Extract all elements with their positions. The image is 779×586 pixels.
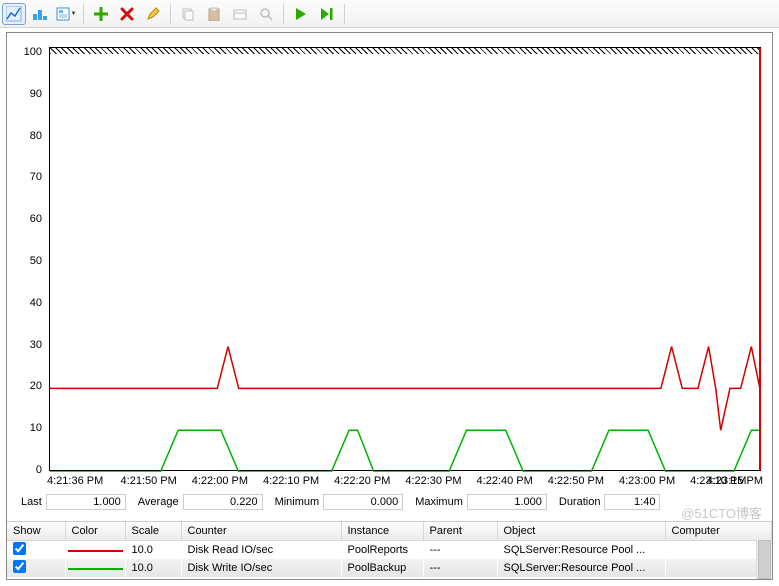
legend-header-color[interactable]: Color <box>65 522 125 540</box>
pencil-icon <box>146 7 160 21</box>
legend-cell-object: SQLServer:Resource Pool ... <box>497 540 665 559</box>
y-tick-label: 100 <box>12 46 42 58</box>
last-label: Last <box>21 496 42 508</box>
y-tick-label: 30 <box>12 339 42 351</box>
legend-header-object[interactable]: Object <box>497 522 665 540</box>
max-label: Maximum <box>415 496 463 508</box>
toolbar-separator <box>83 4 84 24</box>
play-icon <box>295 7 307 21</box>
min-label: Minimum <box>275 496 320 508</box>
x-tick-label: 4:21:36 PM <box>47 475 103 487</box>
max-value: 1.000 <box>467 494 547 510</box>
add-counter-button[interactable] <box>89 3 113 25</box>
legend-header-show[interactable]: Show <box>7 522 65 540</box>
toolbar-separator <box>170 4 171 24</box>
y-tick-label: 20 <box>12 380 42 392</box>
y-tick-label: 60 <box>12 213 42 225</box>
perfmon-panel: 0 10 20 30 40 50 60 70 80 90 100 4:21:36 PM 4:21:50… <box>6 32 773 580</box>
scrollbar-thumb[interactable] <box>758 540 771 579</box>
show-checkbox[interactable] <box>13 560 26 573</box>
toolbar-separator <box>344 4 345 24</box>
legend-header-parent[interactable]: Parent <box>423 522 497 540</box>
dur-value: 1:40 <box>604 494 660 510</box>
view-report-button[interactable]: ▼ <box>54 3 78 25</box>
y-tick-label: 90 <box>12 88 42 100</box>
x-tick-label: 4:23:15 PM <box>707 475 763 487</box>
y-tick-label: 0 <box>12 464 42 476</box>
update-button[interactable] <box>315 3 339 25</box>
properties-button[interactable] <box>228 3 252 25</box>
x-tick-label: 4:22:40 PM <box>477 475 533 487</box>
view-graph-button[interactable] <box>2 3 26 25</box>
x-tick-label: 4:21:50 PM <box>121 475 177 487</box>
min-value: 0.000 <box>323 494 403 510</box>
legend-table[interactable]: ShowColorScaleCounterInstanceParentObjec… <box>7 521 772 579</box>
copy-icon <box>181 7 195 21</box>
chart-area[interactable]: 0 10 20 30 40 50 60 70 80 90 100 4:21:36 PM 4:21:50… <box>7 33 772 507</box>
legend-cell-parent: --- <box>423 540 497 559</box>
y-tick-label: 70 <box>12 171 42 183</box>
dropdown-arrow-icon: ▼ <box>71 11 77 17</box>
copy-button[interactable] <box>176 3 200 25</box>
series-disk-read-io/sec <box>50 347 760 431</box>
legend-cell-scale: 10.0 <box>125 559 181 577</box>
paste-button[interactable] <box>202 3 226 25</box>
legend-cell-instance: PoolBackup <box>341 559 423 577</box>
show-checkbox[interactable] <box>13 542 26 555</box>
step-icon <box>320 7 334 21</box>
legend-cell-instance: PoolReports <box>341 540 423 559</box>
legend-header-counter[interactable]: Counter <box>181 522 341 540</box>
report-icon <box>56 7 70 21</box>
color-swatch <box>68 568 123 570</box>
legend-row[interactable]: 10.0Disk Write IO/secPoolBackup---SQLSer… <box>7 559 772 577</box>
plot-svg <box>50 54 762 472</box>
legend-cell-counter: Disk Read IO/sec <box>181 540 341 559</box>
x-tick-label: 4:22:50 PM <box>548 475 604 487</box>
histogram-icon <box>32 6 48 22</box>
y-tick-label: 10 <box>12 422 42 434</box>
view-histogram-button[interactable] <box>28 3 52 25</box>
zoom-button[interactable] <box>254 3 278 25</box>
legend-cell-scale: 10.0 <box>125 540 181 559</box>
toolbar: ▼ <box>0 0 779 28</box>
legend-header-instance[interactable]: Instance <box>341 522 423 540</box>
highlight-button[interactable] <box>141 3 165 25</box>
x-icon <box>120 7 134 21</box>
last-value: 1.000 <box>46 494 126 510</box>
plot-area <box>49 47 761 471</box>
magnifier-icon <box>259 7 273 21</box>
y-tick-label: 40 <box>12 297 42 309</box>
line-chart-icon <box>6 6 22 22</box>
legend-cell-counter: Disk Write IO/sec <box>181 559 341 577</box>
freeze-button[interactable] <box>289 3 313 25</box>
avg-value: 0.220 <box>183 494 263 510</box>
scan-line <box>759 48 761 470</box>
stats-row: Last 1.000 Average 0.220 Minimum 0.000 M… <box>13 493 766 511</box>
x-tick-label: 4:22:00 PM <box>192 475 248 487</box>
properties-icon <box>233 7 247 21</box>
plus-icon <box>94 7 108 21</box>
legend-cell-object: SQLServer:Resource Pool ... <box>497 559 665 577</box>
dur-label: Duration <box>559 496 601 508</box>
legend-header-scale[interactable]: Scale <box>125 522 181 540</box>
remove-counter-button[interactable] <box>115 3 139 25</box>
legend-header-computer[interactable]: Computer <box>665 522 772 540</box>
x-tick-label: 4:22:30 PM <box>405 475 461 487</box>
x-tick-label: 4:23:00 PM <box>619 475 675 487</box>
color-swatch <box>68 550 123 552</box>
avg-label: Average <box>138 496 179 508</box>
toolbar-separator <box>283 4 284 24</box>
y-tick-label: 50 <box>12 255 42 267</box>
clipboard-icon <box>207 7 221 21</box>
y-tick-label: 80 <box>12 130 42 142</box>
x-tick-label: 4:22:20 PM <box>334 475 390 487</box>
legend-cell-parent: --- <box>423 559 497 577</box>
legend-row[interactable]: 10.0Disk Read IO/secPoolReports---SQLSer… <box>7 540 772 559</box>
series-disk-write-io/sec <box>50 430 760 472</box>
legend-scrollbar[interactable] <box>756 540 772 579</box>
x-tick-label: 4:22:10 PM <box>263 475 319 487</box>
